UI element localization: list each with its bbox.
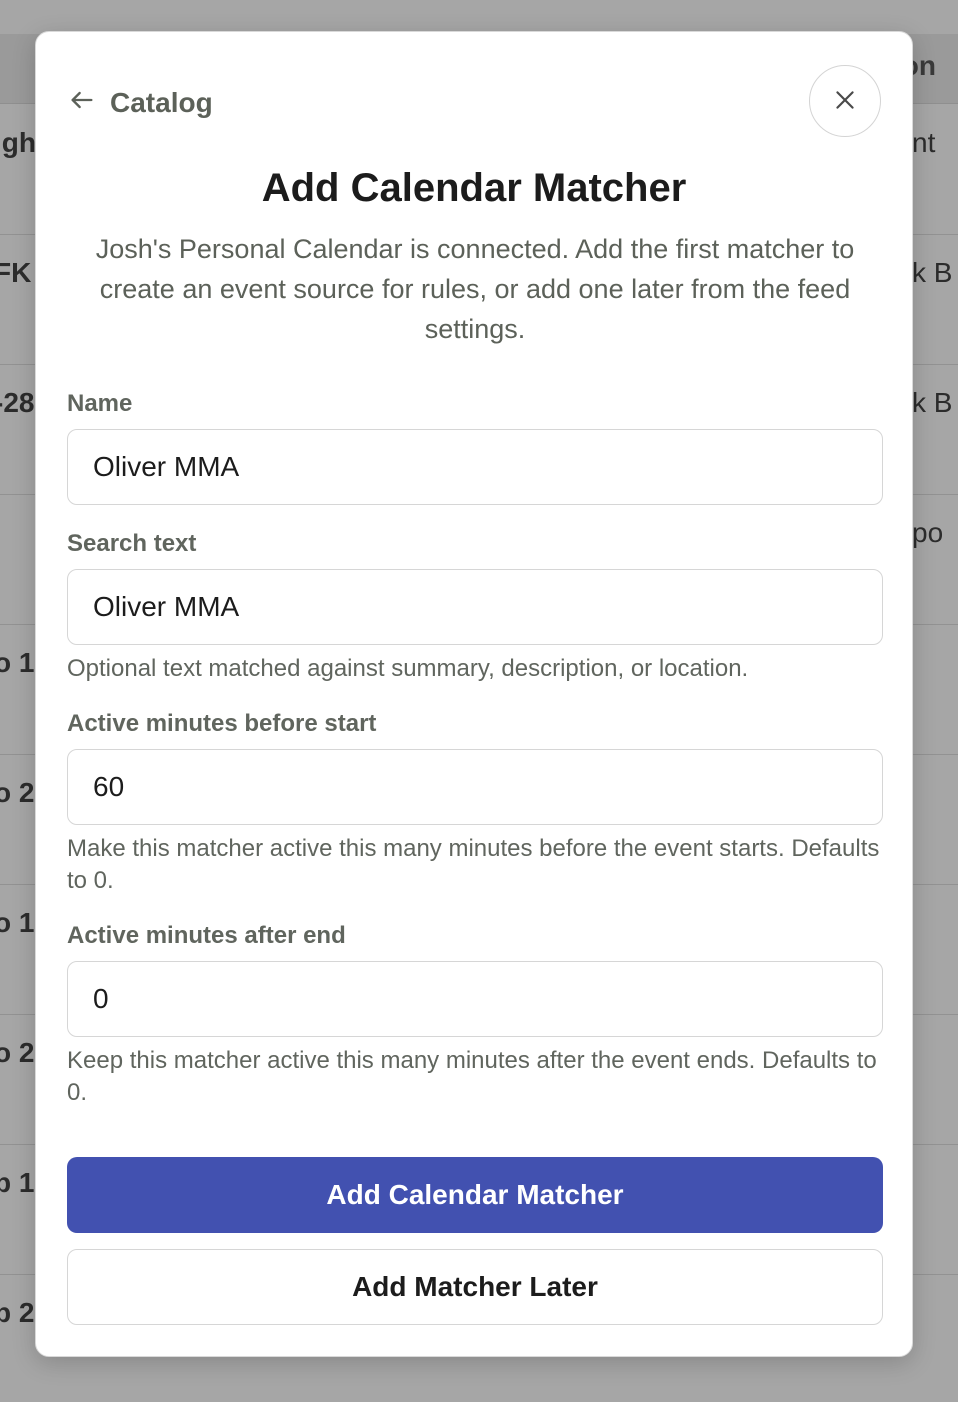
background-row-left: o 1 (0, 907, 35, 938)
background-row-right: k B (912, 387, 953, 418)
minutes-after-hint: Keep this matcher active this many minut… (67, 1047, 877, 1106)
background-row-left: o 2 (0, 777, 35, 808)
minutes-after-input[interactable] (67, 961, 883, 1037)
back-link-label: Catalog (110, 86, 213, 118)
search-text-field-label: Search text (67, 530, 197, 557)
minutes-before-hint: Make this matcher active this many minut… (67, 835, 880, 894)
add-calendar-matcher-dialog: Catalog Add Calendar Matcher Josh's Pers… (35, 31, 913, 1357)
minutes-after-field-label: Active minutes after end (67, 922, 346, 949)
background-row-left: o 2 (0, 1037, 35, 1068)
arrow-left-icon (68, 86, 96, 119)
minutes-before-field-label: Active minutes before start (67, 710, 377, 737)
back-to-catalog-link[interactable]: Catalog (68, 86, 213, 119)
add-matcher-later-button[interactable]: Add Matcher Later (67, 1249, 883, 1325)
background-row-left: p 1 (0, 1167, 35, 1198)
background-row-right: nt (912, 127, 936, 158)
background-row-right: po (912, 517, 944, 548)
close-icon (832, 87, 858, 116)
background-row-left: p 2 (0, 1297, 35, 1328)
background-row-left: o 1 (0, 647, 35, 678)
search-text-input[interactable] (67, 569, 883, 645)
background-row-left: FK (0, 257, 32, 288)
add-calendar-matcher-button[interactable]: Add Calendar Matcher (67, 1157, 883, 1233)
dialog-description: Josh's Personal Calendar is connected. A… (95, 234, 855, 344)
minutes-before-input[interactable] (67, 749, 883, 825)
name-input[interactable] (67, 429, 883, 505)
background-row-right: k B (912, 257, 953, 288)
background-row-left: igh (0, 127, 36, 158)
name-field-label: Name (67, 390, 133, 417)
background-row-left: -28 (0, 387, 35, 418)
close-dialog-button[interactable] (809, 65, 881, 137)
search-text-hint: Optional text matched against summary, d… (67, 655, 749, 682)
dialog-title: Add Calendar Matcher (261, 166, 687, 210)
